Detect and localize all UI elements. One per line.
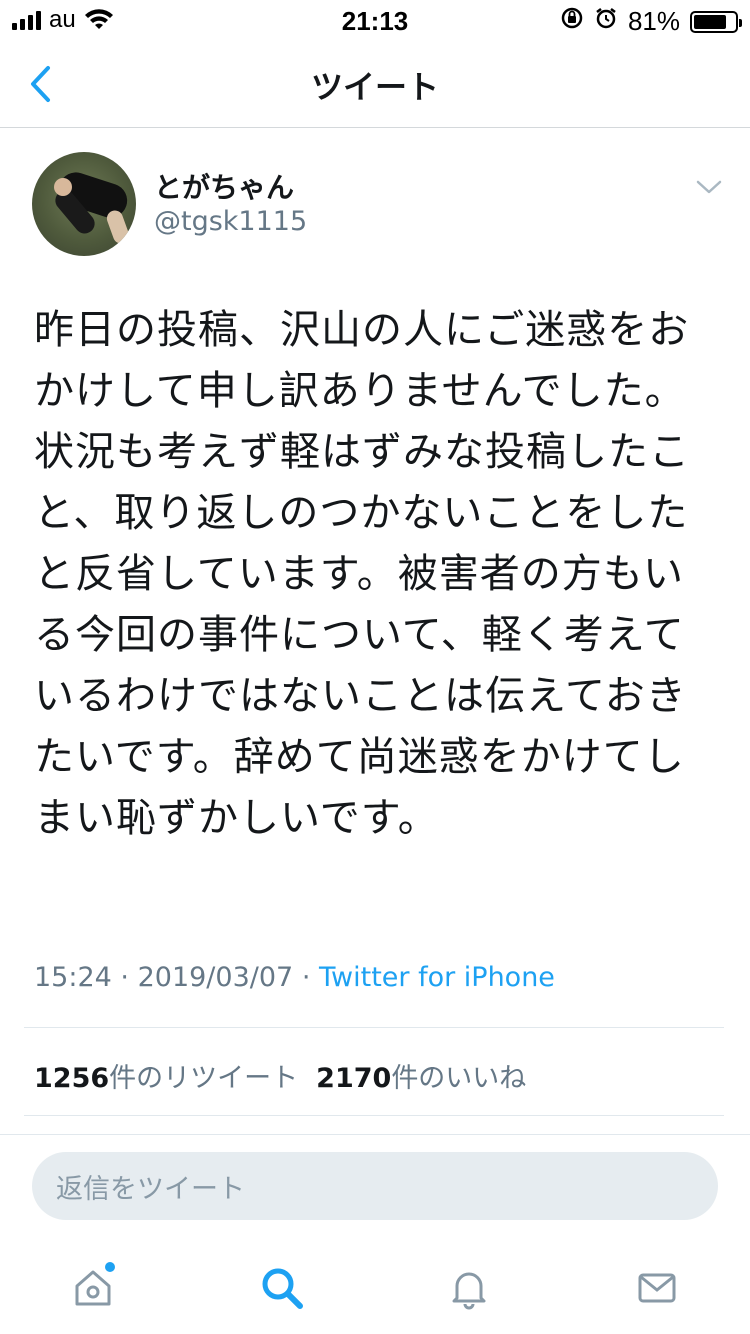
battery-fill <box>694 14 726 29</box>
battery-tip <box>739 18 742 27</box>
tab-home[interactable] <box>65 1260 121 1316</box>
meta-separator: · <box>301 962 311 993</box>
divider <box>24 1115 724 1116</box>
display-name[interactable]: とがちゃん <box>154 166 294 206</box>
notifications-icon <box>452 1272 486 1310</box>
avatar[interactable] <box>32 152 136 256</box>
status-bar: au 21:13 81% <box>0 0 750 40</box>
likes-count: 2170 <box>316 1063 392 1094</box>
tweet-text: 昨日の投稿、沢山の人にご迷惑をおかけして申し訳ありませんでした。状況も考えず軽は… <box>34 307 690 841</box>
tweet-date: 2019/03/07 <box>137 962 294 993</box>
rotation-lock-icon <box>560 6 584 37</box>
divider <box>24 1027 724 1028</box>
tweet-time: 15:24 <box>34 962 112 993</box>
tweet-options-button[interactable] <box>692 170 726 204</box>
tab-messages[interactable] <box>629 1260 685 1316</box>
chevron-down-icon <box>696 180 722 194</box>
user-handle[interactable]: @tgsk1115 <box>154 206 307 237</box>
retweets-label: 件のリツイート <box>109 1063 299 1094</box>
tweet-stats: 1256件のリツイート 2170件のいいね <box>34 1056 526 1095</box>
tab-search[interactable] <box>254 1260 310 1316</box>
battery-icon <box>690 10 742 33</box>
tab-bar <box>0 1244 750 1334</box>
retweets-stat[interactable]: 1256件のリツイート <box>34 1056 298 1095</box>
alarm-icon <box>594 6 618 37</box>
likes-stat[interactable]: 2170件のいいね <box>316 1056 526 1095</box>
divider <box>0 1134 750 1135</box>
search-icon <box>262 1268 303 1309</box>
battery-percent: 81% <box>627 6 680 36</box>
unread-dot <box>105 1262 115 1272</box>
messages-icon <box>638 1273 676 1303</box>
page-title: ツイート <box>310 68 439 106</box>
nav-bar: ツイート <box>0 40 750 128</box>
tweet-source-link[interactable]: Twitter for iPhone <box>319 962 555 993</box>
reply-placeholder: 返信をツイート <box>56 1173 245 1205</box>
retweets-count: 1256 <box>34 1063 110 1094</box>
home-icon <box>75 1270 111 1306</box>
meta-separator: · <box>120 962 129 993</box>
reply-input[interactable]: 返信をツイート <box>32 1152 718 1220</box>
tab-notifications[interactable] <box>441 1260 497 1316</box>
tweet-meta: 15:24 · 2019/03/07 · Twitter for iPhone <box>34 962 555 993</box>
status-right: 81% <box>560 6 742 37</box>
likes-label: 件のいいね <box>391 1063 527 1094</box>
